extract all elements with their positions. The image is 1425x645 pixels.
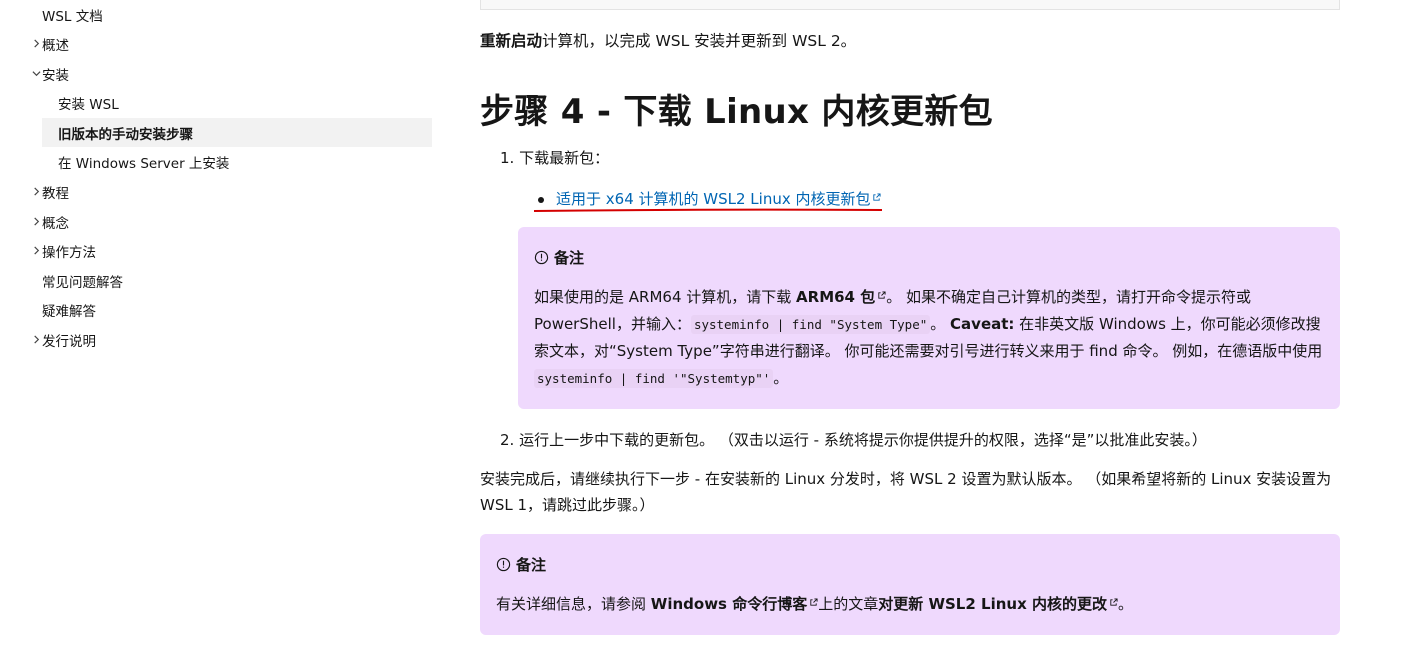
list-item-1: 1. 下载最新包： [500,147,609,168]
note-title: 备注 [534,247,584,268]
sidebar-item-label: 安装 [42,67,69,84]
sidebar-item-manual-install[interactable]: 旧版本的手动安装步骤 [42,118,432,147]
note-title-text: 备注 [554,249,585,267]
red-annotation-underline [533,208,883,212]
list-number: 2. [500,431,515,449]
download-x64-link[interactable]: 适用于 x64 计算机的 WSL2 Linux 内核更新包 [556,188,882,209]
chevron-right-icon [30,187,42,196]
sidebar-item-label: 疑难解答 [42,303,96,320]
page: WSL 文档 概述 安装 安装 WSL 旧版本的手动安装步骤 在 Windows… [0,0,1425,645]
restart-bold: 重新启动 [480,32,543,50]
chevron-right-icon [30,335,42,344]
note-text: 如果使用的是 ARM64 计算机，请下载 [534,288,797,306]
chevron-right-icon [30,39,42,48]
cmdline-blog-link[interactable]: Windows 命令行博客 [651,595,818,613]
chevron-right-icon [30,246,42,255]
chevron-right-icon [30,217,42,226]
sidebar-item-install[interactable]: 安装 [30,59,432,88]
arm64-package-link[interactable]: ARM64 包 [796,288,886,306]
sidebar-item-faq[interactable]: 常见问题解答 [30,266,432,295]
note-text: 。 [1117,595,1133,613]
sidebar-item-label: 教程 [42,185,69,202]
chevron-down-icon [30,69,42,78]
external-link-icon [873,193,882,201]
kernel-changes-article-link[interactable]: 对更新 WSL2 Linux 内核的更改 [878,595,1118,613]
sidebar-toc: WSL 文档 概述 安装 安装 WSL 旧版本的手动安装步骤 在 Windows… [0,0,440,645]
info-icon [496,557,511,572]
note-box-arm64: 备注 如果使用的是 ARM64 计算机，请下载 ARM64 包。 如果不确定自己… [518,227,1340,409]
sidebar-item-windows-server[interactable]: 在 Windows Server 上安装 [42,147,432,176]
note-text: 。 [773,369,789,387]
sidebar-item-label: 操作方法 [42,244,96,261]
sidebar-item-troubleshooting[interactable]: 疑难解答 [30,295,432,324]
download-link-label: 适用于 x64 计算机的 WSL2 Linux 内核更新包 [556,190,871,208]
code-block-end [480,0,1340,10]
sidebar-item-label: 旧版本的手动安装步骤 [58,126,193,143]
sidebar-item-label: 常见问题解答 [42,274,123,291]
caveat-label: Caveat: [950,315,1015,333]
blog-link-label: Windows 命令行博客 [650,595,808,613]
list-number: 1. [500,149,515,167]
sidebar-item-how-to[interactable]: 操作方法 [30,236,432,265]
arm64-link-label: ARM64 包 [796,288,876,306]
external-link-icon [810,598,818,606]
list-item-2: 2. 运行上一步中下载的更新包。 （双击以运行 - 系统将提示你提供提升的权限，… [500,429,1207,450]
sidebar-item-concepts[interactable]: 概念 [30,207,432,236]
note-box-blog: 备注 有关详细信息，请参阅 Windows 命令行博客 上的文章对更新 WSL2 … [480,534,1340,635]
sidebar-item-label: WSL 文档 [42,8,103,25]
restart-paragraph: 重新启动计算机，以完成 WSL 安装并更新到 WSL 2。 [480,29,856,51]
note-body: 有关详细信息，请参阅 Windows 命令行博客 上的文章对更新 WSL2 Lin… [496,591,1326,618]
note-body: 如果使用的是 ARM64 计算机，请下载 ARM64 包。 如果不确定自己计算机… [534,284,1324,392]
list-text: 运行上一步中下载的更新包。 （双击以运行 - 系统将提示你提供提升的权限，选择“… [519,431,1207,449]
article-link-label: 对更新 WSL2 Linux 内核的更改 [878,595,1107,613]
sidebar-item-label: 概念 [42,215,69,232]
external-link-icon [878,291,886,299]
restart-text: 计算机，以完成 WSL 安装并更新到 WSL 2。 [542,32,857,50]
code-systeminfo: systeminfo | find "System Type" [690,315,931,334]
bullet-dot [538,197,544,203]
note-text: 。 [930,315,951,333]
note-text: 上的文章 [818,595,879,613]
sidebar-item-install-wsl[interactable]: 安装 WSL [42,88,432,117]
sidebar-item-label: 在 Windows Server 上安装 [58,155,230,172]
sidebar-item-release-notes[interactable]: 发行说明 [30,325,432,354]
note-text: 有关详细信息，请参阅 [496,595,651,613]
code-systemtyp: systeminfo | find '"Systemtyp"' [534,369,774,388]
info-icon [534,250,549,265]
sidebar-item-overview[interactable]: 概述 [30,29,432,58]
sidebar-item-wsl-docs[interactable]: WSL 文档 [30,0,432,29]
sidebar-item-label: 安装 WSL [58,96,119,113]
page-heading: 步骤 4 - 下载 Linux 内核更新包 [480,92,993,132]
sidebar-item-label: 发行说明 [42,333,96,350]
sidebar-item-label: 概述 [42,37,69,54]
after-install-paragraph: 安装完成后，请继续执行下一步 - 在安装新的 Linux 分发时，将 WSL 2… [480,470,1332,514]
sidebar-item-tutorials[interactable]: 教程 [30,177,432,206]
note-title-text: 备注 [516,556,547,574]
list-text: 下载最新包： [519,149,610,167]
external-link-icon [1110,598,1118,606]
note-title: 备注 [496,554,546,575]
